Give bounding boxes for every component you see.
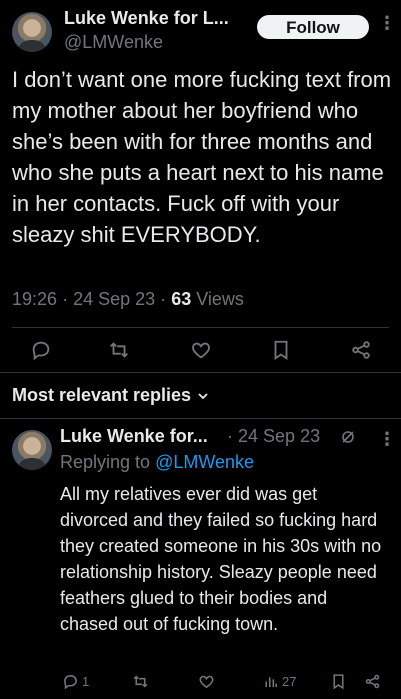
views-count: 63 [171,289,192,309]
reply-author-name[interactable]: Luke Wenke for... [60,426,208,447]
tweet-date[interactable]: 24 Sep 23 [73,289,155,309]
reply-date[interactable]: 24 Sep 23 [238,426,320,446]
divider [0,372,401,373]
replying-to-label: Replying to [60,452,151,472]
like-button[interactable] [190,339,212,361]
bookmark-icon [274,340,288,360]
like-icon [192,342,210,359]
retweet-icon [110,342,128,358]
replying-to-handle[interactable]: @LMWenke [155,452,254,472]
reply-reply-button[interactable]: 1 [62,673,89,690]
divider [12,327,389,328]
meta-separator: · [160,289,167,309]
reply-views-button[interactable]: 27 [262,673,296,690]
reply-count: 1 [82,674,90,689]
reply-button[interactable] [30,339,52,361]
more-options-icon[interactable]: ⋮ [378,14,396,32]
reply-icon [64,675,77,690]
reply-share-button[interactable] [364,673,381,690]
grok-icon[interactable] [340,429,356,445]
meta-separator: · [62,289,69,309]
replies-sort-toggle[interactable]: Most relevant replies [12,385,209,406]
reply-bookmark-button[interactable] [330,673,347,690]
chevron-down-icon [198,392,208,399]
replying-to: Replying to @LMWenke [60,452,254,473]
reply-like-button[interactable] [198,673,215,690]
retweet-icon [133,675,148,688]
tweet-text: I don’t want one more fucking text from … [12,67,392,247]
like-icon [199,675,214,689]
divider [0,418,401,419]
author-handle[interactable]: @LMWenke [64,32,163,53]
share-icon [365,674,380,689]
replies-section-title: Most relevant replies [12,385,192,405]
reply-retweet-button[interactable] [132,673,149,690]
retweet-button[interactable] [108,339,130,361]
views-label: Views [196,289,244,309]
bookmark-button[interactable] [270,339,292,361]
views-icon [265,677,277,688]
reply-text: All my relatives ever did was get divorc… [60,484,382,634]
reply-author-avatar[interactable] [12,430,52,470]
reply-views-count: 27 [282,674,297,689]
tweet-time[interactable]: 19:26 [12,289,57,309]
tweet-meta: 19:26 · 24 Sep 23 · 63 Views [12,289,244,310]
share-icon [352,341,370,359]
author-avatar[interactable] [12,12,52,52]
share-button[interactable] [350,339,372,361]
author-name[interactable]: Luke Wenke for L... [64,8,229,29]
meta-separator: · [227,426,233,446]
reply-meta: · 24 Sep 23 [227,426,320,447]
reply-icon [32,341,50,361]
follow-button[interactable]: Follow [257,15,369,39]
reply-more-options-icon[interactable]: ⋮ [378,430,396,448]
bookmark-icon [333,674,344,690]
